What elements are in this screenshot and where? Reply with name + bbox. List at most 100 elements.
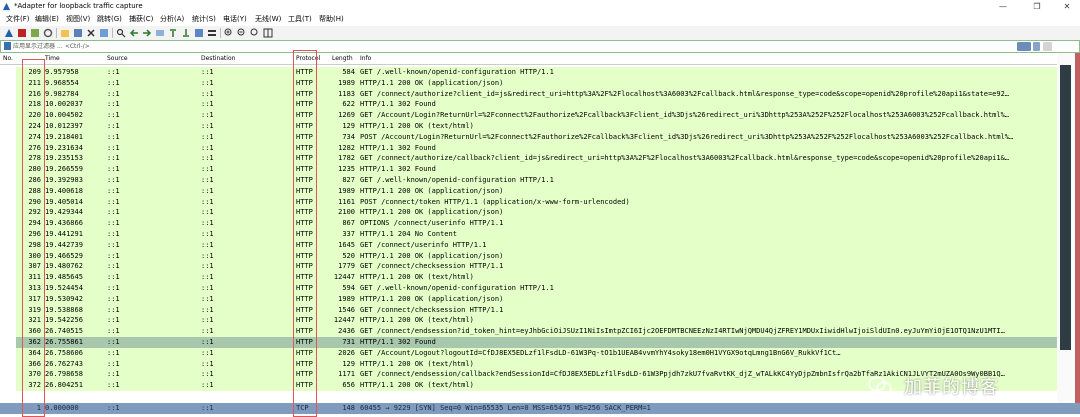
save-file-icon[interactable] <box>73 28 83 38</box>
maximize-button[interactable]: ❐ <box>1026 0 1048 13</box>
packet-row[interactable]: 286 19.392983::1::1 HTTP 827 GET /.well-know… <box>0 174 1080 186</box>
restart-capture-icon[interactable] <box>30 28 40 38</box>
menu-tools[interactable]: 工具(T) <box>288 13 312 26</box>
menu-analyze[interactable]: 分析(A) <box>160 13 184 26</box>
packet-row[interactable]: 274 19.218401::1::1 HTTP 734 POST /Account/L… <box>0 131 1080 143</box>
packet-row[interactable]: 311 19.485645::1::1 HTTP 12447 HTTP/1.1 200 … <box>0 272 1080 283</box>
packet-length: 12447 <box>333 273 355 282</box>
menu-view[interactable]: 视图(V) <box>66 13 90 26</box>
packet-length: 148 <box>342 404 355 412</box>
packet-minimap[interactable] <box>1075 53 1080 403</box>
menu-wireless[interactable]: 无线(W) <box>255 13 281 26</box>
packet-row[interactable]: 290 19.405014::1::1 HTTP 1161 POST /connect/… <box>0 196 1080 208</box>
wechat-icon <box>868 376 892 395</box>
apply-filter-arrow-icon[interactable] <box>1017 42 1031 51</box>
packet-length: 1779 <box>338 262 355 271</box>
packet-source: ::1 <box>107 68 120 76</box>
packet-row[interactable]: 317 19.530942::1::1 HTTP 1989 HTTP/1.1 200 O… <box>0 293 1080 305</box>
packet-time: 26.755861 <box>45 337 83 346</box>
packet-row[interactable]: 300 19.466529::1::1 HTTP 520 HTTP/1.1 200 OK… <box>0 250 1080 262</box>
bookmark-icon[interactable] <box>4 42 12 51</box>
capture-options-icon[interactable] <box>43 28 53 38</box>
last-packet-icon[interactable] <box>181 28 191 38</box>
packet-destination: ::1 <box>201 229 214 238</box>
packet-row[interactable]: 307 19.480762::1::1 HTTP 1779 GET /connect/c… <box>0 261 1080 273</box>
go-back-icon[interactable] <box>129 28 139 38</box>
column-header-no[interactable]: No. <box>3 53 13 65</box>
packet-info: GET /.well-known/openid-configuration HT… <box>360 283 554 292</box>
first-packet-icon[interactable] <box>168 28 178 38</box>
packet-time: 10.002037 <box>45 100 83 109</box>
packet-row[interactable]: 280 19.266559::1::1 HTTP 1235 HTTP/1.1 302 F… <box>0 164 1080 175</box>
menu-statistics[interactable]: 统计(S) <box>192 13 216 26</box>
add-filter-button-icon[interactable] <box>1043 42 1052 51</box>
packet-row[interactable]: 298 19.442739::1::1 HTTP 1645 GET /connect/u… <box>0 239 1080 251</box>
packet-row[interactable]: 360 26.740515::1::1 HTTP 2436 GET /connect/e… <box>0 326 1080 337</box>
menu-help[interactable]: 帮助(H) <box>319 13 344 26</box>
packet-row[interactable]: 224 10.012397::1::1 HTTP 129 HTTP/1.1 200 OK… <box>0 120 1080 132</box>
column-header-length[interactable]: Length <box>332 53 353 65</box>
zoom-reset-icon[interactable] <box>250 28 260 38</box>
close-file-icon[interactable] <box>86 28 96 38</box>
find-packet-icon[interactable] <box>116 28 126 38</box>
column-header-source[interactable]: Source <box>107 53 128 65</box>
packet-row[interactable]: 278 19.235153::1::1 HTTP 1782 GET /connect/a… <box>0 153 1080 165</box>
packet-length: 129 <box>342 359 355 368</box>
packet-row[interactable]: 220 10.004502::1::1 HTTP 1269 GET /Account/L… <box>0 110 1080 121</box>
packet-row[interactable]: 216 9.982784::1::1 HTTP 1183 GET /connect/au… <box>0 88 1080 100</box>
menu-go[interactable]: 跳转(G) <box>97 13 122 26</box>
packet-row[interactable]: 313 19.524454::1::1 HTTP 594 GET /.well-know… <box>0 282 1080 294</box>
packet-destination: ::1 <box>201 121 214 130</box>
packet-row[interactable]: 292 19.429344::1::1 HTTP 2100 HTTP/1.1 200 O… <box>0 207 1080 219</box>
menu-file[interactable]: 文件(F) <box>6 13 30 26</box>
auto-scroll-icon[interactable] <box>194 28 204 38</box>
stop-capture-icon[interactable] <box>17 28 27 38</box>
packet-row[interactable]: 211 9.968554::1::1 HTTP 1989 HTTP/1.1 200 OK… <box>0 77 1080 89</box>
reload-file-icon[interactable] <box>99 28 109 38</box>
zoom-out-icon[interactable] <box>237 28 247 38</box>
menu-edit[interactable]: 编辑(E) <box>35 13 59 26</box>
packet-row[interactable]: 218 10.002037::1::1 HTTP 622 HTTP/1.1 302 Fo… <box>0 99 1080 111</box>
resize-columns-icon[interactable] <box>263 28 273 38</box>
packet-row[interactable]: 319 19.538868::1::1 HTTP 1546 GET /connect/c… <box>0 304 1080 316</box>
packet-info: GET /connect/checksession HTTP/1.1 <box>360 305 504 314</box>
packet-row[interactable]: 209 9.957958::1::1 HTTP 584 GET /.well-known… <box>0 67 1080 78</box>
menu-telephony[interactable]: 电话(Y) <box>223 13 247 26</box>
column-header-destination[interactable]: Destination <box>201 53 235 65</box>
packet-row[interactable]: 362 26.755861::1::1 HTTP 731 HTTP/1.1 302 Fo… <box>0 336 1080 348</box>
packet-info: HTTP/1.1 200 OK (application/json) <box>360 78 504 87</box>
display-filter-input[interactable]: 应用显示过滤器 … <Ctrl-/> <box>13 41 90 52</box>
packet-length: 129 <box>342 121 355 130</box>
packet-info: HTTP/1.1 302 Found <box>360 337 436 346</box>
packet-row[interactable]: 321 19.542256::1::1 HTTP 12447 HTTP/1.1 200 … <box>0 315 1080 327</box>
packet-length: 1183 <box>338 89 355 98</box>
packet-length: 2026 <box>338 348 355 357</box>
zoom-in-icon[interactable] <box>224 28 234 38</box>
packet-row[interactable]: 366 26.762743::1::1 HTTP 129 HTTP/1.1 200 OK… <box>0 358 1080 370</box>
packet-source: ::1 <box>107 197 120 206</box>
go-forward-icon[interactable] <box>142 28 152 38</box>
start-capture-icon[interactable] <box>4 28 14 38</box>
menu-capture[interactable]: 捕获(C) <box>129 13 153 26</box>
close-button[interactable]: ✕ <box>1056 0 1078 13</box>
open-file-icon[interactable] <box>60 28 70 38</box>
packet-row[interactable]: 296 19.441291::1::1 HTTP 337 HTTP/1.1 204 No… <box>0 228 1080 240</box>
column-header-time[interactable]: Time <box>45 53 60 65</box>
packet-row[interactable]: 294 19.436866::1::1 HTTP 867 OPTIONS /connec… <box>0 218 1080 229</box>
packet-destination: ::1 <box>201 219 214 228</box>
scrollbar-thumb[interactable] <box>1060 65 1071 350</box>
go-to-packet-icon[interactable] <box>155 28 165 38</box>
packet-length: 2436 <box>338 327 355 336</box>
packet-row-tcp[interactable]: 1 0.000000 ::1 ::1 TCP 148 60455 → 9229 … <box>0 403 1080 414</box>
packet-length: 731 <box>342 337 355 346</box>
packet-destination: ::1 <box>201 175 214 184</box>
minimize-button[interactable]: — <box>992 0 1014 13</box>
packet-destination: ::1 <box>201 154 214 163</box>
filter-history-dropdown-icon[interactable] <box>1033 42 1040 51</box>
packet-row[interactable]: 276 19.231634::1::1 HTTP 1282 HTTP/1.1 302 F… <box>0 142 1080 154</box>
packet-row[interactable]: 288 19.400618::1::1 HTTP 1989 HTTP/1.1 200 O… <box>0 185 1080 197</box>
packet-row[interactable]: 364 26.758606::1::1 HTTP 2026 GET /Account/L… <box>0 347 1080 359</box>
packet-source: ::1 <box>107 305 120 314</box>
colorize-icon[interactable] <box>207 28 217 38</box>
column-header-info[interactable]: Info <box>360 53 371 65</box>
